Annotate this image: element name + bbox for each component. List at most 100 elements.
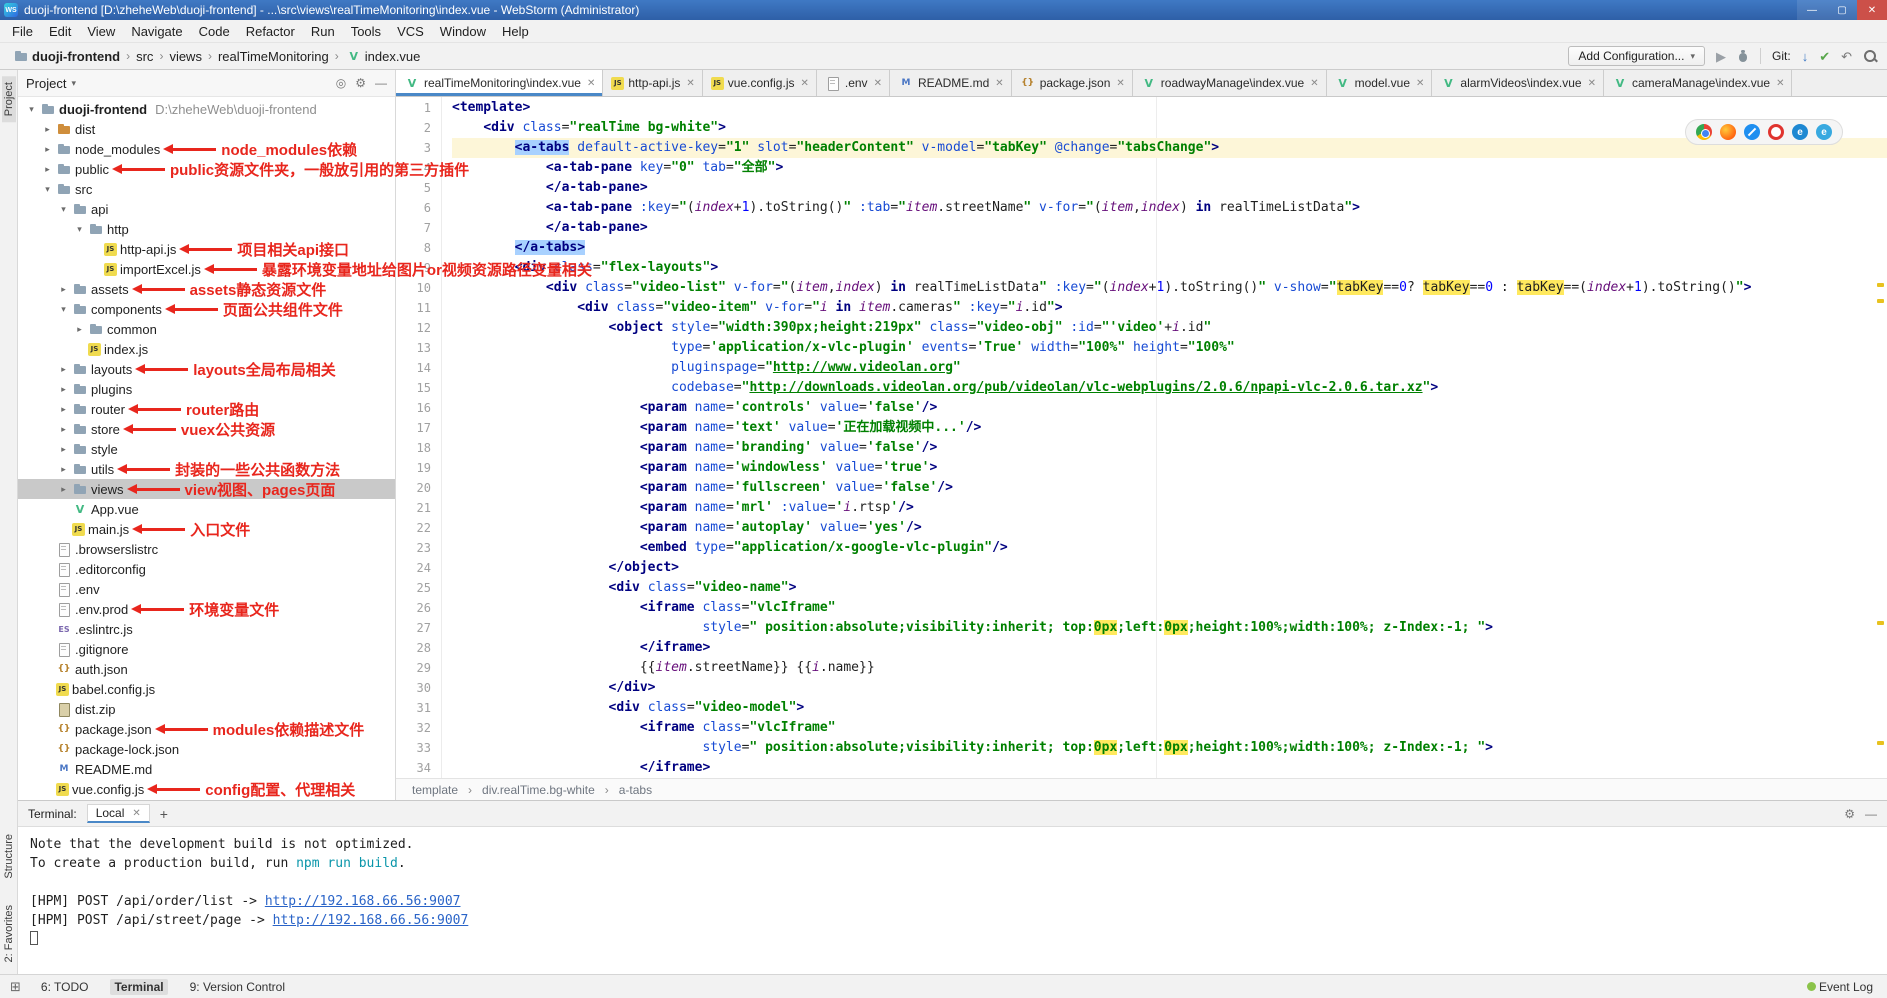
tree-item-api[interactable]: ▾api: [18, 199, 395, 219]
menu-item-navigate[interactable]: Navigate: [123, 24, 190, 39]
breadcrumb-realtimemonitoring[interactable]: realTimeMonitoring: [216, 49, 331, 64]
tree-item-auth-json[interactable]: {}auth.json: [18, 659, 395, 679]
code-line-14[interactable]: pluginspage="http://www.videolan.org": [452, 358, 1887, 378]
tree-item-babel-config-js[interactable]: JSbabel.config.js: [18, 679, 395, 699]
breadcrumb-views[interactable]: views: [167, 49, 204, 64]
tree-item-duoji-frontend[interactable]: ▾duoji-frontendD:\zheheWeb\duoji-fronten…: [18, 99, 395, 119]
editor[interactable]: 1234567891011121314151617181920212223242…: [396, 97, 1887, 778]
code-line-18[interactable]: <param name='branding' value='false'/>: [452, 438, 1887, 458]
git-revert-icon[interactable]: ↶: [1841, 50, 1852, 63]
statusbar-terminal[interactable]: Terminal: [110, 979, 167, 995]
tree-item-components[interactable]: ▾components页面公共组件文件: [18, 299, 395, 319]
terminal-tab-local[interactable]: Local ✕: [87, 804, 150, 823]
chevron-collapsed-icon[interactable]: ▸: [56, 284, 71, 295]
code-line-4[interactable]: <a-tab-pane key="0" tab="全部">: [452, 158, 1887, 178]
settings-icon[interactable]: ⚙: [355, 76, 366, 90]
code-line-22[interactable]: <param name='autoplay' value='yes'/>: [452, 518, 1887, 538]
code-line-28[interactable]: </iframe>: [452, 638, 1887, 658]
menu-item-window[interactable]: Window: [432, 24, 494, 39]
tree-item-readme-md[interactable]: MREADME.md: [18, 759, 395, 779]
tab-realtimemonitoring-index-vue[interactable]: VrealTimeMonitoring\index.vue✕: [396, 70, 603, 96]
code-line-8[interactable]: </a-tabs>: [452, 238, 1887, 258]
code-line-24[interactable]: </object>: [452, 558, 1887, 578]
menu-item-view[interactable]: View: [79, 24, 123, 39]
code-line-2[interactable]: <div class="realTime bg-white">: [452, 118, 1887, 138]
code-line-17[interactable]: <param name='text' value='正在加载视频中...'/>: [452, 418, 1887, 438]
tree-item-eslintrc-js[interactable]: ES.eslintrc.js: [18, 619, 395, 639]
close-icon[interactable]: ✕: [132, 808, 140, 819]
code-line-16[interactable]: <param name='controls' value='false'/>: [452, 398, 1887, 418]
code-line-9[interactable]: <div class="flex-layouts">: [452, 258, 1887, 278]
chevron-expanded-icon[interactable]: ▾: [56, 204, 71, 215]
tab-readme-md[interactable]: MREADME.md✕: [890, 70, 1012, 96]
chevron-expanded-icon[interactable]: ▾: [56, 304, 71, 315]
terminal-link[interactable]: http://192.168.66.56:9007: [265, 894, 461, 909]
firefox-icon[interactable]: [1720, 124, 1736, 140]
close-icon[interactable]: ✕: [1416, 78, 1424, 89]
chevron-collapsed-icon[interactable]: ▸: [56, 384, 71, 395]
crumb-template[interactable]: template: [410, 783, 460, 797]
chevron-collapsed-icon[interactable]: ▸: [40, 164, 55, 175]
hide-panel-icon[interactable]: —: [375, 76, 387, 90]
code-area[interactable]: <template> <div class="realTime bg-white…: [442, 97, 1887, 778]
tree-item-app-vue[interactable]: VApp.vue: [18, 499, 395, 519]
tool-stripe-project[interactable]: Project: [2, 76, 16, 122]
crumb-div-realtime-bg-white[interactable]: div.realTime.bg-white: [480, 783, 597, 797]
crumb-a-tabs[interactable]: a-tabs: [617, 783, 654, 797]
code-line-26[interactable]: <iframe class="vlcIframe": [452, 598, 1887, 618]
tree-item-common[interactable]: ▸common: [18, 319, 395, 339]
tab-cameramanage-index-vue[interactable]: VcameraManage\index.vue✕: [1604, 70, 1792, 96]
statusbar-9-version-control[interactable]: 9: Version Control: [186, 979, 289, 995]
code-line-10[interactable]: <div class="video-list" v-for="(item,ind…: [452, 278, 1887, 298]
tree-item-plugins[interactable]: ▸plugins: [18, 379, 395, 399]
menu-item-code[interactable]: Code: [191, 24, 238, 39]
tree-item-vue-config-js[interactable]: JSvue.config.jsconfig配置、代理相关: [18, 779, 395, 799]
code-line-25[interactable]: <div class="video-name">: [452, 578, 1887, 598]
statusbar-event-log[interactable]: Event Log: [1803, 979, 1877, 995]
code-line-30[interactable]: </div>: [452, 678, 1887, 698]
tree-item-env[interactable]: .env: [18, 579, 395, 599]
chevron-collapsed-icon[interactable]: ▸: [56, 424, 71, 435]
chevron-collapsed-icon[interactable]: ▸: [40, 144, 55, 155]
close-icon[interactable]: ✕: [800, 78, 808, 89]
tree-item-package-json[interactable]: {}package.jsonmodules依赖描述文件: [18, 719, 395, 739]
chrome-icon[interactable]: [1696, 124, 1712, 140]
add-configuration-button[interactable]: Add Configuration... ▾: [1568, 46, 1705, 66]
menu-item-help[interactable]: Help: [494, 24, 537, 39]
menu-item-edit[interactable]: Edit: [41, 24, 79, 39]
chevron-expanded-icon[interactable]: ▾: [24, 104, 39, 115]
chevron-collapsed-icon[interactable]: ▸: [72, 324, 87, 335]
code-line-20[interactable]: <param name='fullscreen' value='false'/>: [452, 478, 1887, 498]
chevron-expanded-icon[interactable]: ▾: [72, 224, 87, 235]
tool-stripe-structure[interactable]: Structure: [2, 828, 16, 885]
tree-item-package-lock-json[interactable]: {}package-lock.json: [18, 739, 395, 759]
chevron-collapsed-icon[interactable]: ▸: [56, 464, 71, 475]
tab-package-json[interactable]: {}package.json✕: [1012, 70, 1133, 96]
tree-item-importexcel-js[interactable]: JSimportExcel.js暴露环境变量地址给图片or视频资源路径变量相关: [18, 259, 395, 279]
menu-item-file[interactable]: File: [4, 24, 41, 39]
menu-item-run[interactable]: Run: [303, 24, 343, 39]
close-icon[interactable]: ✕: [1116, 78, 1124, 89]
caret-down-icon[interactable]: ▾: [71, 78, 76, 89]
statusbar-6-todo[interactable]: 6: TODO: [37, 979, 93, 995]
run-icon[interactable]: ▶: [1716, 50, 1726, 63]
search-everywhere-button[interactable]: [1863, 49, 1877, 63]
close-icon[interactable]: ✕: [686, 78, 694, 89]
minimize-button[interactable]: —: [1797, 0, 1827, 20]
tree-item-http[interactable]: ▾http: [18, 219, 395, 239]
tree-item-store[interactable]: ▸storevuex公共资源: [18, 419, 395, 439]
chevron-expanded-icon[interactable]: ▾: [40, 184, 55, 195]
locate-file-icon[interactable]: ◎: [336, 76, 346, 90]
tree-item-views[interactable]: ▸viewsview视图、pages页面: [18, 479, 395, 499]
tree-item-style[interactable]: ▸style: [18, 439, 395, 459]
tree-item-node-modules[interactable]: ▸node_modulesnode_modules依赖: [18, 139, 395, 159]
maximize-button[interactable]: ▢: [1827, 0, 1857, 20]
breadcrumb-index-vue[interactable]: Vindex.vue: [343, 48, 423, 64]
tree-item-index-js[interactable]: JSindex.js: [18, 339, 395, 359]
terminal-output[interactable]: Note that the development build is not o…: [18, 827, 1887, 974]
edge-icon[interactable]: e: [1792, 124, 1808, 140]
close-icon[interactable]: ✕: [1588, 78, 1596, 89]
tree-item-assets[interactable]: ▸assetsassets静态资源文件: [18, 279, 395, 299]
breadcrumb-duoji-frontend[interactable]: duoji-frontend: [10, 48, 122, 64]
tree-item-dist-zip[interactable]: dist.zip: [18, 699, 395, 719]
